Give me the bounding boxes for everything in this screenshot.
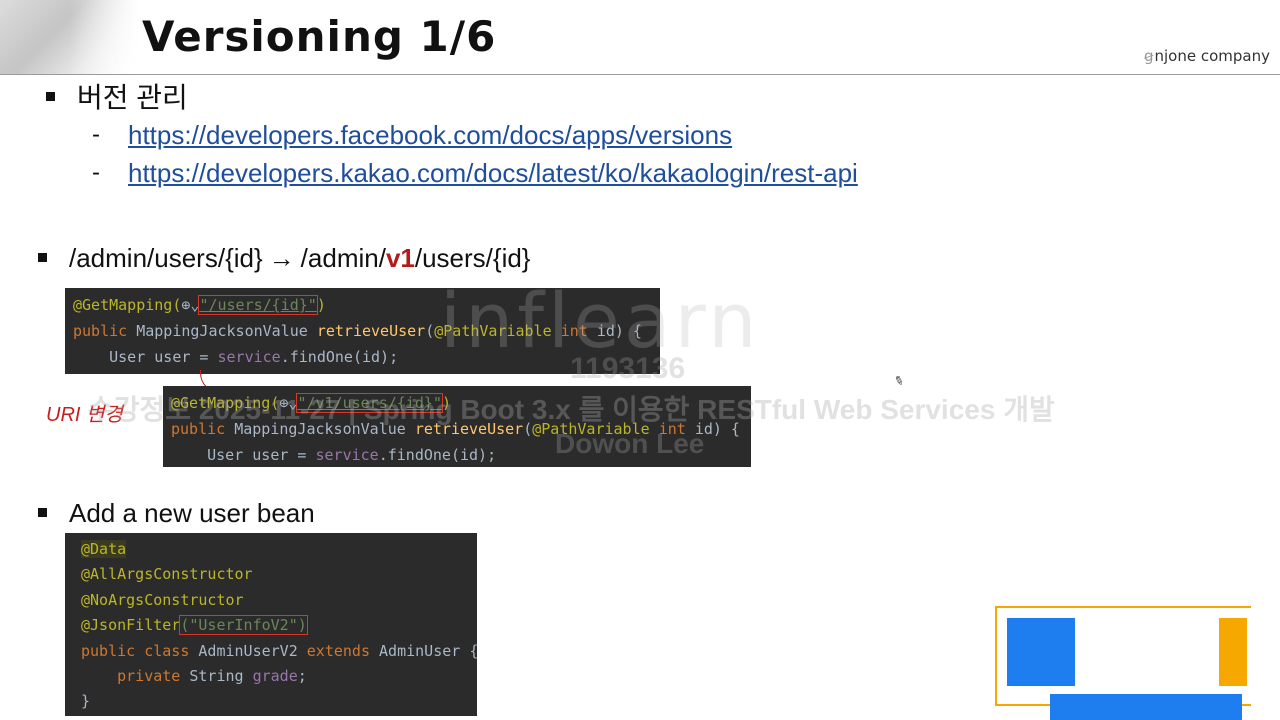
corner-orange-bar <box>1219 618 1247 686</box>
section-heading-uri-change: /admin/users/{id} →/admin/v1/users/{id} <box>38 243 531 274</box>
bullet-square-icon <box>38 507 47 517</box>
brand-name: njone company <box>1154 47 1271 65</box>
globe-icon: ⊕⌄ <box>181 296 200 314</box>
watermark-name: Dowon Lee <box>555 428 705 459</box>
code-line: private String grade; <box>81 667 307 686</box>
section-heading-new-bean: Add a new user bean <box>38 498 315 529</box>
code-line: } <box>81 692 91 711</box>
list-dash: - <box>92 159 100 186</box>
code-line: public class AdminUserV2 extends AdminUs… <box>81 641 479 660</box>
watermark-course: 수강정보 2025-11-27 | Spring Boot 3.x 를 이용한 … <box>88 394 1055 425</box>
right-arrow-icon: → <box>268 243 295 273</box>
bullet-square-icon <box>38 252 47 262</box>
code-line: @Data <box>81 540 127 558</box>
code-line: @NoArgsConstructor <box>81 590 244 609</box>
section-heading-text: 버전 관리 <box>77 82 188 113</box>
bullet-square-icon <box>46 92 55 102</box>
brand-logo: ꞡnjone company <box>1144 47 1270 65</box>
code-block-bean: @Data @AllArgsConstructor @NoArgsConstruct… <box>65 533 479 716</box>
section-heading-versioning: 버전 관리 <box>46 76 188 116</box>
header-divider <box>0 74 1280 75</box>
pencil-cursor-icon: ✎ <box>891 372 907 390</box>
brand-mark-icon: ꞡ <box>1143 47 1154 65</box>
corner-blue-bar <box>1050 694 1242 720</box>
code-line: @AllArgsConstructor <box>81 565 253 584</box>
list-dash: - <box>92 121 100 148</box>
corner-blue-square <box>1007 618 1075 686</box>
version-highlight: v1 <box>385 243 415 273</box>
watermark-id: 1193136 <box>570 352 686 385</box>
decorative-header-image <box>0 0 140 74</box>
link-kakao-rest-api[interactable]: https://developers.kakao.com/docs/latest… <box>128 158 858 189</box>
code-line: @JsonFilter("UserInfoV2") <box>81 615 308 636</box>
page-title: Versioning 1/6 <box>142 12 497 61</box>
link-facebook-versions[interactable]: https://developers.facebook.com/docs/app… <box>128 120 732 151</box>
